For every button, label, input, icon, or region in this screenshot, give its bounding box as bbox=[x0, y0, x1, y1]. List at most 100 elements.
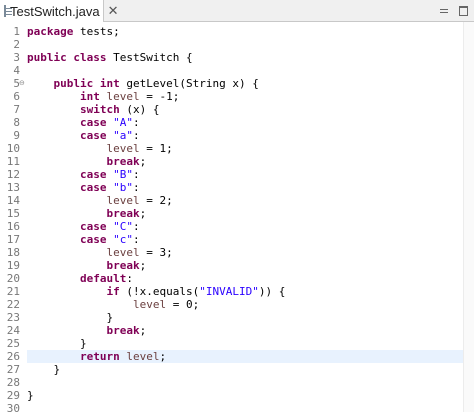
code-token: tests; bbox=[73, 25, 120, 38]
line-number: 14 bbox=[6, 194, 20, 207]
line-number: 11 bbox=[6, 155, 20, 168]
string-token: "a" bbox=[113, 129, 133, 142]
code-token: ; bbox=[139, 155, 147, 168]
code-line[interactable]: 11 break; bbox=[0, 155, 474, 168]
code-text: int level = -1; bbox=[27, 90, 179, 103]
variable-token: level bbox=[106, 246, 140, 259]
variable-token: level bbox=[126, 350, 160, 363]
code-line[interactable]: 24 break; bbox=[0, 324, 474, 337]
code-line[interactable]: 27 } bbox=[0, 363, 474, 376]
code-text: public class TestSwitch { bbox=[27, 51, 193, 64]
line-number: 21 bbox=[6, 285, 20, 298]
code-token: : bbox=[132, 116, 140, 129]
keyword-token: case bbox=[79, 116, 107, 129]
code-token: : bbox=[132, 233, 140, 246]
code-token: } bbox=[27, 311, 114, 324]
code-editor[interactable]: 1 package tests; 2 3 public class TestSwitch… bbox=[0, 22, 474, 415]
keyword-token: default bbox=[79, 272, 127, 285]
keyword-token: break bbox=[106, 155, 140, 168]
variable-token: level bbox=[106, 90, 140, 103]
code-text: case "B": bbox=[27, 168, 140, 181]
line-number: 17 bbox=[6, 233, 20, 246]
code-text: level = 2; bbox=[27, 194, 173, 207]
keyword-token: switch bbox=[79, 103, 120, 116]
code-token: getLevel(String x) { bbox=[119, 77, 259, 90]
code-line[interactable]: 29} bbox=[0, 389, 474, 402]
code-line[interactable]: 30 bbox=[0, 402, 474, 415]
maximize-icon[interactable] bbox=[458, 5, 468, 16]
code-line[interactable]: 14 level = 2; bbox=[0, 194, 474, 207]
code-token: (!x.equals( bbox=[119, 285, 200, 298]
line-number: 12 bbox=[6, 168, 20, 181]
line-number: 13 bbox=[6, 181, 20, 194]
line-number: 3 bbox=[13, 51, 20, 64]
code-line[interactable]: 1 package tests; bbox=[0, 25, 474, 38]
code-line[interactable]: 7 switch (x) { bbox=[0, 103, 474, 116]
code-line[interactable]: 22 level = 0; bbox=[0, 298, 474, 311]
code-line[interactable]: 5 ⊖ public int getLevel(String x) { bbox=[0, 77, 474, 90]
code-line[interactable]: 4 bbox=[0, 64, 474, 77]
code-line[interactable]: 2 bbox=[0, 38, 474, 51]
line-number: 5 bbox=[13, 77, 20, 90]
code-text: level = 0; bbox=[27, 298, 199, 311]
code-token: ; bbox=[139, 259, 147, 272]
keyword-token: int bbox=[99, 77, 120, 90]
code-line[interactable]: 25 } bbox=[0, 337, 474, 350]
line-number: 28 bbox=[6, 376, 20, 389]
code-line[interactable]: 10 level = 1; bbox=[0, 142, 474, 155]
line-number: 19 bbox=[6, 259, 20, 272]
keyword-token: break bbox=[106, 324, 140, 337]
minimize-icon[interactable] bbox=[439, 5, 449, 15]
string-token: "c" bbox=[113, 233, 133, 246]
code-token: TestSwitch { bbox=[106, 51, 193, 64]
code-text: break; bbox=[27, 259, 146, 272]
fold-collapse-icon[interactable]: ⊖ bbox=[19, 78, 25, 88]
variable-token: level bbox=[106, 142, 140, 155]
code-line[interactable]: 28 bbox=[0, 376, 474, 389]
vertical-scrollbar[interactable] bbox=[463, 22, 474, 412]
code-line[interactable]: 19 break; bbox=[0, 259, 474, 272]
code-line[interactable]: 26 return level; bbox=[0, 350, 474, 363]
code-text: } bbox=[27, 311, 113, 324]
code-line[interactable]: 21 if (!x.equals("INVALID")) { bbox=[0, 285, 474, 298]
code-line[interactable]: 18 level = 3; bbox=[0, 246, 474, 259]
line-number: 1 bbox=[13, 25, 20, 38]
code-line[interactable]: 8 case "A": bbox=[0, 116, 474, 129]
keyword-token: case bbox=[79, 129, 107, 142]
code-line[interactable]: 16 case "C": bbox=[0, 220, 474, 233]
code-token: : bbox=[132, 181, 140, 194]
code-line[interactable]: 12 case "B": bbox=[0, 168, 474, 181]
code-line[interactable]: 6 int level = -1; bbox=[0, 90, 474, 103]
editor-tab-bar: TestSwitch.java ✕ bbox=[0, 0, 474, 22]
code-text: } bbox=[27, 363, 60, 376]
code-line[interactable]: 20 default: bbox=[0, 272, 474, 285]
code-token: } bbox=[27, 337, 87, 350]
code-text: case "a": bbox=[27, 129, 140, 142]
code-line[interactable]: 23 } bbox=[0, 311, 474, 324]
editor-tab-testswitch[interactable]: TestSwitch.java ✕ bbox=[0, 0, 119, 22]
code-text: break; bbox=[27, 207, 146, 220]
code-line[interactable]: 17 case "c": bbox=[0, 233, 474, 246]
code-text: break; bbox=[27, 155, 146, 168]
keyword-token: if bbox=[106, 285, 120, 298]
string-token: "B" bbox=[113, 168, 133, 181]
code-token: = 3; bbox=[139, 246, 173, 259]
code-token: = 1; bbox=[139, 142, 173, 155]
keyword-token: public bbox=[53, 77, 94, 90]
code-line[interactable]: 15 break; bbox=[0, 207, 474, 220]
close-icon[interactable]: ✕ bbox=[108, 4, 119, 19]
code-line[interactable]: 3 public class TestSwitch { bbox=[0, 51, 474, 64]
code-line[interactable]: 13 case "b": bbox=[0, 181, 474, 194]
line-number: 2 bbox=[13, 38, 20, 51]
code-line[interactable]: 9 case "a": bbox=[0, 129, 474, 142]
code-token: = 2; bbox=[139, 194, 173, 207]
